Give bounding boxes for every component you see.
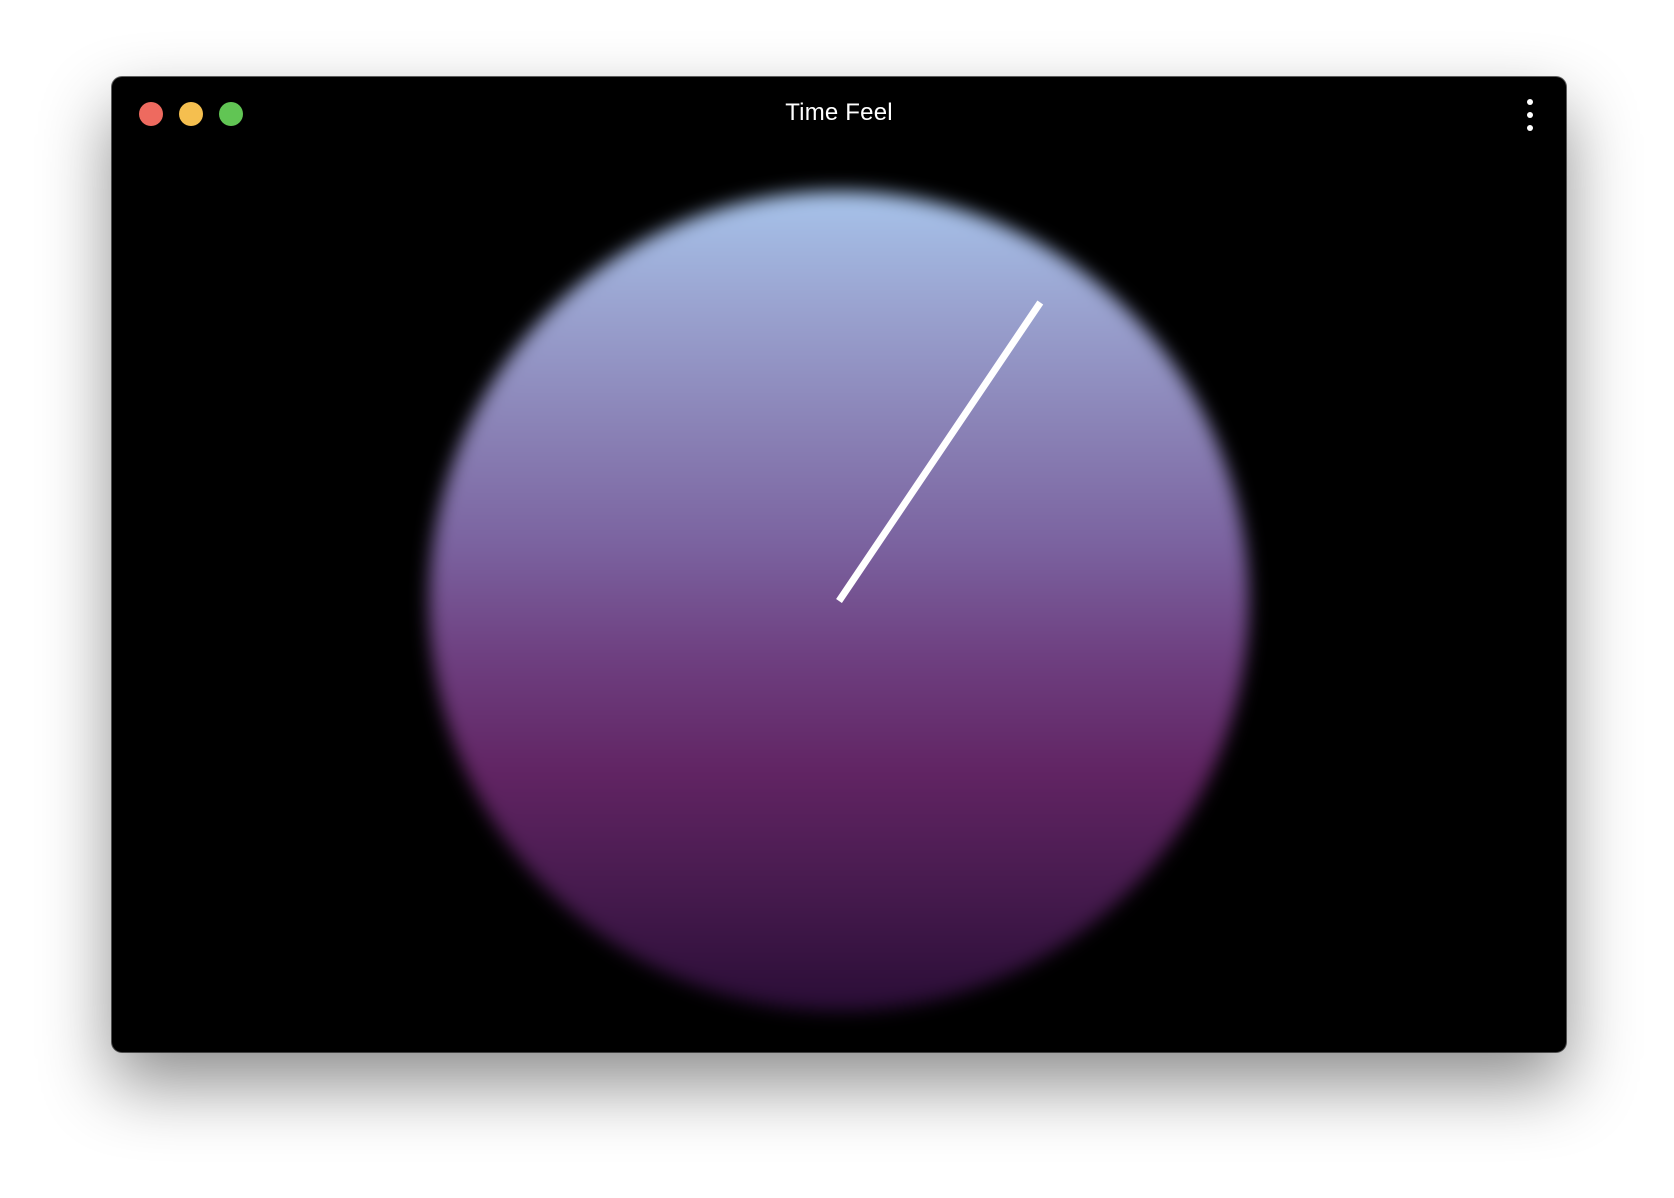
menu-dot (1527, 99, 1533, 105)
clock-hand (836, 300, 1044, 603)
menu-dot (1527, 112, 1533, 118)
title-bar: Time Feel (112, 77, 1566, 151)
clock-hand-layer (836, 300, 1044, 603)
clock-face-area (112, 77, 1566, 1052)
vertical-ellipsis-icon[interactable] (1518, 99, 1542, 131)
app-window: Time Feel (112, 77, 1566, 1052)
menu-dot (1527, 125, 1533, 131)
window-title: Time Feel (785, 99, 893, 126)
